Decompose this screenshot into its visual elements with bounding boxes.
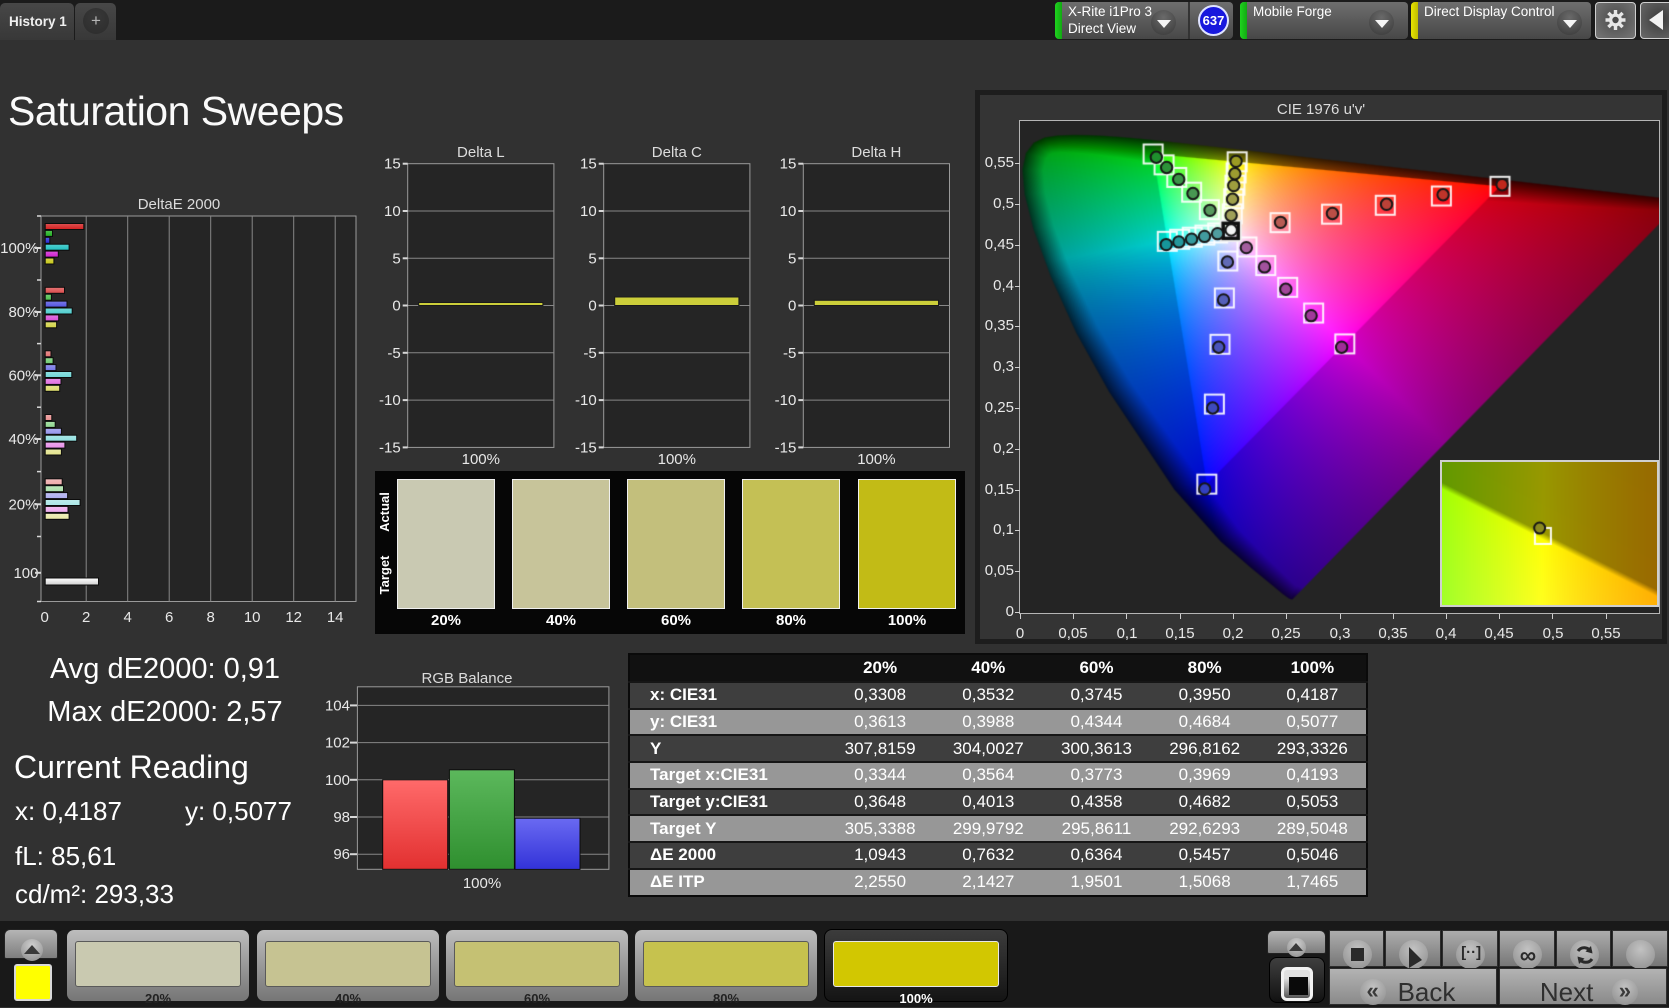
svg-text:0: 0 [41,609,49,626]
svg-text:100%: 100% [658,451,696,468]
svg-text:-10: -10 [575,392,597,409]
svg-text:2: 2 [82,609,90,626]
svg-text:40%: 40% [8,431,38,448]
svg-text:20%: 20% [8,496,38,513]
svg-text:100: 100 [325,772,350,789]
svg-text:-5: -5 [583,345,596,362]
svg-text:Delta L: Delta L [457,144,505,161]
svg-text:100%: 100% [0,240,38,257]
svg-text:DeltaE 2000: DeltaE 2000 [138,196,221,213]
svg-text:98: 98 [333,809,350,826]
svg-text:8: 8 [207,609,215,626]
svg-text:100%: 100% [857,451,895,468]
svg-text:RGB Balance: RGB Balance [422,670,513,687]
svg-text:-10: -10 [775,392,797,409]
svg-text:0: 0 [788,298,796,315]
svg-text:Delta C: Delta C [652,144,702,161]
svg-text:15: 15 [780,156,797,173]
svg-text:104: 104 [325,697,350,714]
svg-text:4: 4 [124,609,132,626]
svg-text:-5: -5 [783,345,796,362]
svg-text:60%: 60% [8,367,38,384]
svg-text:-10: -10 [379,392,401,409]
svg-text:10: 10 [780,203,797,220]
svg-text:15: 15 [384,156,401,173]
svg-text:5: 5 [392,250,400,267]
svg-text:80%: 80% [8,304,38,321]
svg-text:-15: -15 [775,439,797,456]
svg-text:5: 5 [788,250,796,267]
svg-text:15: 15 [580,156,597,173]
svg-text:14: 14 [327,609,344,626]
svg-text:5: 5 [588,250,596,267]
svg-text:100: 100 [13,565,38,582]
svg-text:-5: -5 [387,345,400,362]
svg-text:10: 10 [244,609,261,626]
svg-text:12: 12 [285,609,302,626]
svg-text:10: 10 [384,203,401,220]
svg-text:0: 0 [392,298,400,315]
svg-text:Delta H: Delta H [851,144,901,161]
svg-text:0: 0 [588,298,596,315]
svg-text:96: 96 [333,846,350,863]
svg-text:100%: 100% [462,451,500,468]
svg-text:102: 102 [325,735,350,752]
svg-text:-15: -15 [379,439,401,456]
svg-text:100%: 100% [463,875,501,892]
svg-text:-15: -15 [575,439,597,456]
svg-text:6: 6 [165,609,173,626]
svg-text:10: 10 [580,203,597,220]
